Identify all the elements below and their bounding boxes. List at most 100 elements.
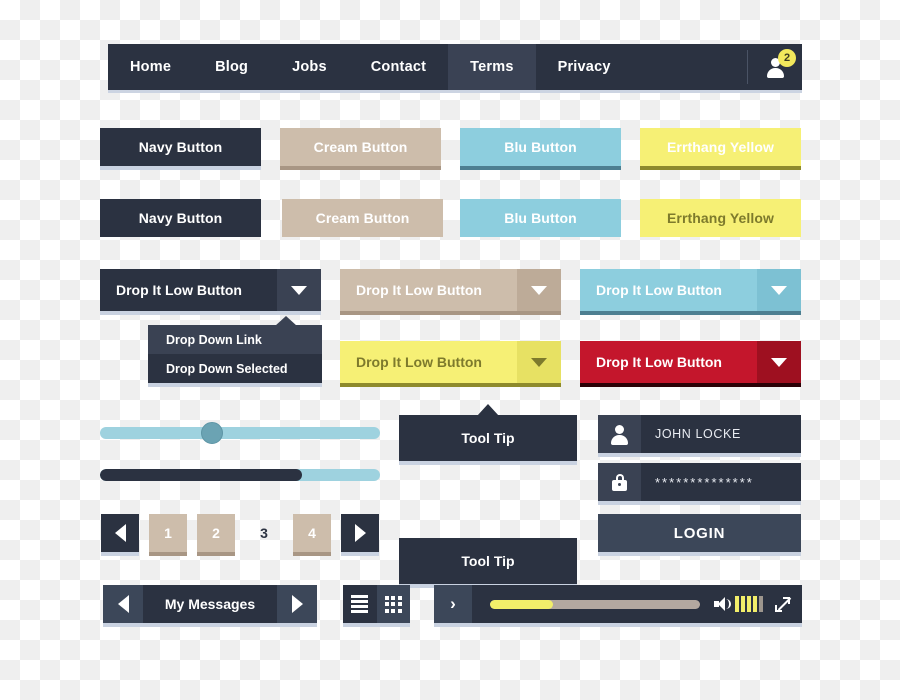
chevron-down-icon <box>771 357 787 367</box>
volume-bar[interactable] <box>759 596 763 612</box>
ui-kit-canvas: Home Blog Jobs Contact Terms Privacy 2 N… <box>0 0 900 700</box>
pagination-next-button[interactable] <box>341 514 379 552</box>
grid-view-icon <box>384 595 402 613</box>
button-label: Navy Button <box>138 210 223 226</box>
cream-button-flat[interactable]: Cream Button <box>282 199 443 237</box>
yellow-button-flat[interactable]: Errthang Yellow <box>640 199 801 237</box>
fullscreen-icon[interactable] <box>775 596 792 612</box>
dropdown-button-red[interactable]: Drop It Low Button <box>580 341 801 383</box>
pagination-page-3-current[interactable]: 3 <box>245 514 283 552</box>
button-label: Blu Button <box>504 210 577 226</box>
volume-bar[interactable] <box>753 596 757 612</box>
nav-item-privacy[interactable]: Privacy <box>536 44 633 90</box>
play-button[interactable]: › <box>434 585 472 623</box>
dropdown-button-cream[interactable]: Drop It Low Button <box>340 269 561 311</box>
pagination-page-label: 4 <box>308 525 316 541</box>
dropdown-label: Drop It Low Button <box>340 341 517 383</box>
slider-handle[interactable] <box>200 422 223 444</box>
triangle-left-icon <box>114 524 126 542</box>
dropdown-toggle[interactable] <box>277 269 321 311</box>
button-label: Navy Button <box>138 139 223 155</box>
pagination-page-2[interactable]: 2 <box>197 514 235 552</box>
login-button[interactable]: LOGIN <box>598 514 801 552</box>
button-label: Cream Button <box>315 210 410 226</box>
dropdown-toggle[interactable] <box>517 269 561 311</box>
cream-button-raised[interactable]: Cream Button <box>280 128 441 166</box>
notification-badge[interactable]: 2 <box>778 49 796 67</box>
dropdown-menu: Drop Down Link Drop Down Selected <box>148 316 322 383</box>
pagination-page-1[interactable]: 1 <box>149 514 187 552</box>
nav-item-blog[interactable]: Blog <box>193 44 270 90</box>
nav-item-terms[interactable]: Terms <box>448 44 536 90</box>
username-field[interactable]: JOHN LOCKE <box>598 415 801 453</box>
list-view-button[interactable] <box>343 585 377 623</box>
media-player: › <box>434 585 802 623</box>
pagination-prev-button[interactable] <box>101 514 139 552</box>
media-progress-bar[interactable] <box>490 599 700 609</box>
password-field[interactable]: ************** <box>598 463 801 501</box>
media-progress-fill <box>490 599 553 609</box>
nav-item-home[interactable]: Home <box>108 44 193 90</box>
nav-item-label: Privacy <box>557 59 611 75</box>
messages-next-button[interactable] <box>277 585 317 623</box>
dropdown-button-yellow[interactable]: Drop It Low Button <box>340 341 561 383</box>
list-view-icon <box>351 595 369 613</box>
nav-item-jobs[interactable]: Jobs <box>270 44 349 90</box>
triangle-right-icon <box>291 595 303 613</box>
dropdown-button-blu[interactable]: Drop It Low Button <box>580 269 801 311</box>
triangle-right-icon <box>354 524 366 542</box>
nav-item-label: Home <box>130 59 172 75</box>
login-button-label: LOGIN <box>673 524 726 542</box>
volume-bar[interactable] <box>735 596 739 612</box>
nav-item-label: Terms <box>470 59 514 75</box>
dropdown-menu-item-selected[interactable]: Drop Down Selected <box>148 354 322 383</box>
view-mode-toggle <box>343 585 410 623</box>
dropdown-toggle[interactable] <box>517 341 561 383</box>
navy-button-flat[interactable]: Navy Button <box>100 199 261 237</box>
messages-navigator: My Messages <box>103 585 317 623</box>
grid-view-button[interactable] <box>376 585 410 623</box>
username-value[interactable]: JOHN LOCKE <box>641 415 801 453</box>
dropdown-label: Drop It Low Button <box>580 269 757 311</box>
tooltip-arrow-bottom: Tool Tip <box>399 538 577 599</box>
pagination-page-label: 2 <box>212 525 220 541</box>
nav-user-account-button[interactable]: 2 <box>748 44 802 90</box>
password-value[interactable]: ************** <box>641 463 801 501</box>
dropdown-label: Drop It Low Button <box>580 341 757 383</box>
blu-button-flat[interactable]: Blu Button <box>460 199 621 237</box>
blu-button-raised[interactable]: Blu Button <box>460 128 621 166</box>
dropdown-menu-item-label: Drop Down Link <box>166 332 262 347</box>
user-icon <box>611 424 628 445</box>
dropdown-menu-item-label: Drop Down Selected <box>166 361 288 376</box>
range-slider[interactable] <box>100 422 380 444</box>
dropdown-label: Drop It Low Button <box>340 269 517 311</box>
tooltip-label: Tool Tip <box>461 430 515 446</box>
tooltip-label: Tool Tip <box>461 553 515 569</box>
pagination-page-label: 1 <box>164 525 172 541</box>
progress-bar-fill <box>100 469 302 481</box>
messages-prev-button[interactable] <box>103 585 143 623</box>
progress-bar <box>100 469 380 481</box>
dropdown-menu-item-link[interactable]: Drop Down Link <box>148 325 322 354</box>
speaker-icon[interactable] <box>714 597 731 611</box>
slider-track[interactable] <box>100 427 380 439</box>
nav-item-contact[interactable]: Contact <box>349 44 448 90</box>
play-chevron-icon: › <box>450 594 456 613</box>
chevron-down-icon <box>531 285 547 295</box>
lock-icon <box>612 473 627 491</box>
dropdown-button-navy[interactable]: Drop It Low Button <box>100 269 321 311</box>
password-field-icon <box>598 463 641 501</box>
dropdown-toggle[interactable] <box>757 341 801 383</box>
nav-item-label: Jobs <box>292 59 327 75</box>
volume-bar[interactable] <box>741 596 745 612</box>
dropdown-toggle[interactable] <box>757 269 801 311</box>
navy-button-raised[interactable]: Navy Button <box>100 128 261 166</box>
volume-bar[interactable] <box>747 596 751 612</box>
tooltip-arrow-top: Tool Tip <box>399 404 577 461</box>
pagination-page-4[interactable]: 4 <box>293 514 331 552</box>
yellow-button-raised[interactable]: Errthang Yellow <box>640 128 801 166</box>
button-label: Cream Button <box>313 139 408 155</box>
triangle-left-icon <box>117 595 129 613</box>
tooltip-arrow-up-icon <box>477 404 499 416</box>
volume-level-bars[interactable] <box>735 596 763 612</box>
